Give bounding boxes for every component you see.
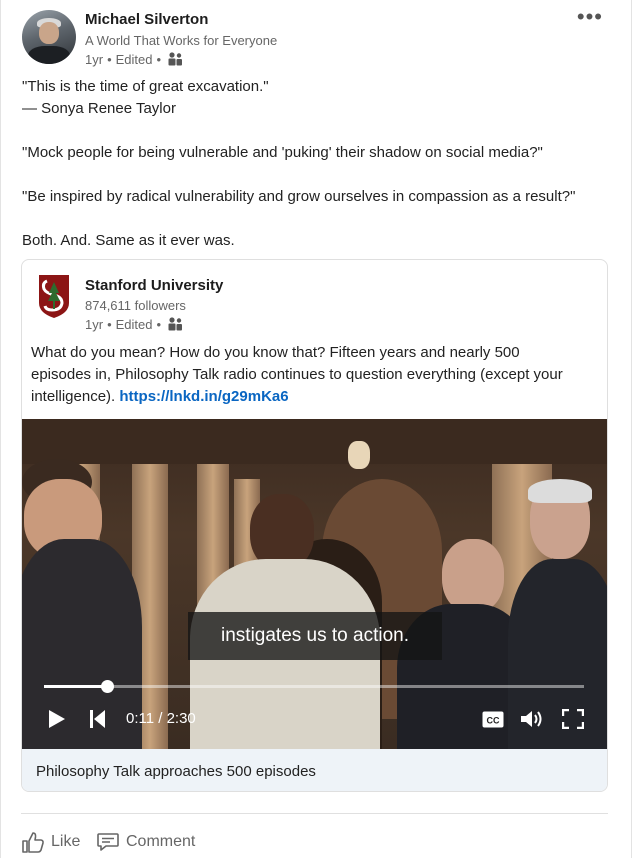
- org-name[interactable]: Stanford University: [85, 277, 223, 294]
- video-time: 0:11 / 2:30: [126, 710, 196, 727]
- reshare-body-line: What do you mean? How do you know that? …: [31, 344, 520, 361]
- reshare-body: What do you mean? How do you know that? …: [31, 342, 597, 408]
- like-label: Like: [51, 833, 81, 850]
- reshare-body-line: episodes in, Philosophy Talk radio conti…: [31, 366, 563, 383]
- like-button[interactable]: Like: [21, 830, 80, 854]
- post-text-line: "This is the time of great excavation.": [22, 78, 269, 95]
- reshared-post: Stanford University 874,611 followers 1y…: [21, 259, 608, 792]
- reshare-age: 1yr: [85, 316, 104, 332]
- post-text-line: — Sonya Renee Taylor: [22, 100, 176, 117]
- org-followers: 874,611 followers: [85, 298, 186, 313]
- fullscreen-icon[interactable]: [562, 709, 584, 729]
- video-caption: instigates us to action.: [188, 612, 442, 660]
- post-text-line: Both. And. Same as it ever was.: [22, 232, 235, 249]
- restart-icon[interactable]: [90, 709, 106, 729]
- meta-separator: •: [156, 316, 162, 332]
- post-text-line: "Be inspired by radical vulnerability an…: [22, 188, 576, 205]
- thumbs-up-icon: [22, 832, 44, 853]
- author-name[interactable]: Michael Silverton: [85, 11, 208, 28]
- feed-post-card: Michael Silverton A World That Works for…: [0, 0, 632, 858]
- more-options-button[interactable]: •••: [577, 4, 603, 30]
- video-progress-bar[interactable]: [44, 680, 584, 693]
- divider: [21, 813, 608, 814]
- reshare-meta: 1yr • Edited •: [85, 316, 183, 332]
- people-icon: [168, 317, 183, 331]
- edited-label: Edited: [115, 316, 153, 332]
- meta-separator: •: [107, 316, 112, 332]
- post-age: 1yr: [85, 51, 104, 67]
- meta-separator: •: [156, 51, 162, 67]
- post-text-line: "Mock people for being vulnerable and 'p…: [22, 144, 543, 161]
- closed-captions-icon[interactable]: CC: [482, 711, 504, 728]
- video-progress-fill: [44, 685, 108, 688]
- author-avatar[interactable]: [22, 10, 76, 64]
- svg-text:CC: CC: [487, 716, 500, 726]
- video-player[interactable]: instigates us to action. 0:11 / 2:30 CC: [22, 419, 607, 749]
- comment-icon: [97, 833, 119, 851]
- shortlink[interactable]: https://lnkd.in/g29mKa6: [119, 388, 288, 405]
- edited-label: Edited: [115, 51, 153, 67]
- play-icon[interactable]: [48, 709, 66, 729]
- reshare-body-line: intelligence). https://lnkd.in/g29mKa6: [31, 388, 289, 405]
- comment-button[interactable]: Comment: [96, 830, 195, 854]
- volume-icon[interactable]: [520, 709, 544, 729]
- stanford-logo[interactable]: [38, 273, 70, 319]
- post-meta: 1yr • Edited •: [85, 51, 183, 67]
- author-headline: A World That Works for Everyone: [85, 33, 278, 48]
- comment-label: Comment: [126, 833, 196, 850]
- video-title[interactable]: Philosophy Talk approaches 500 episodes: [22, 749, 607, 791]
- meta-separator: •: [107, 51, 112, 67]
- people-icon: [168, 52, 183, 66]
